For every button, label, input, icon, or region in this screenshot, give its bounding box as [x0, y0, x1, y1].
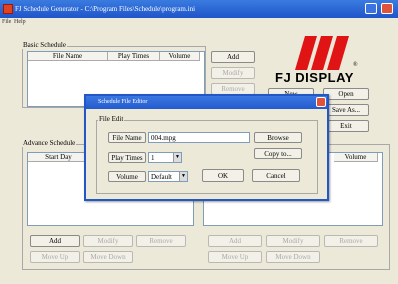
copy-to-button[interactable]: Copy to...: [254, 148, 302, 159]
col-play-times[interactable]: Play Times: [108, 52, 160, 61]
play-times-label: Play Times: [108, 152, 146, 163]
schedule-file-editor-dialog: Schedule File Editor File Edit File Name…: [84, 94, 329, 201]
logo-registered-mark: ®: [353, 62, 358, 68]
minimize-button[interactable]: [365, 3, 377, 14]
volume-label: Volume: [108, 171, 146, 182]
file-name-field[interactable]: 004.mpg: [148, 132, 250, 143]
app-icon: [3, 4, 13, 14]
advance-right-remove-button[interactable]: Remove: [324, 235, 378, 247]
advance-right-add-button[interactable]: Add: [208, 235, 262, 247]
file-edit-label: File Edit: [98, 115, 125, 123]
cancel-button[interactable]: Cancel: [252, 169, 300, 182]
title-bar: FJ Schedule Generator - C:\Program Files…: [0, 0, 398, 18]
advance-left-modify-button[interactable]: Modify: [83, 235, 133, 247]
basic-schedule-label: Basic Schedule: [22, 41, 67, 49]
dialog-title: Schedule File Editor: [98, 99, 148, 105]
exit-button[interactable]: Exit: [323, 120, 369, 132]
save-as-button[interactable]: Save As...: [323, 104, 369, 116]
window-title: FJ Schedule Generator - C:\Program Files…: [15, 5, 196, 13]
col-start-day[interactable]: Start Day: [28, 153, 90, 162]
dropdown-arrow-icon[interactable]: ▼: [173, 153, 181, 162]
advance-left-add-button[interactable]: Add: [30, 235, 80, 247]
advance-left-move-up-button[interactable]: Move Up: [30, 251, 80, 263]
fj-display-logo: ® FJ DISPLAY: [270, 36, 374, 86]
advance-left-remove-button[interactable]: Remove: [136, 235, 186, 247]
col-volume[interactable]: Volume: [160, 52, 200, 61]
logo-mark-icon: [295, 36, 349, 70]
advance-left-move-down-button[interactable]: Move Down: [83, 251, 133, 263]
advance-right-modify-button[interactable]: Modify: [266, 235, 320, 247]
basic-modify-button[interactable]: Modify: [211, 67, 255, 79]
col-file-name[interactable]: File Name: [28, 52, 108, 61]
advance-schedule-label: Advance Schedule: [22, 139, 77, 147]
volume-value: Default: [151, 172, 172, 181]
ok-button[interactable]: OK: [202, 169, 244, 182]
main-window: FJ Schedule Generator - C:\Program Files…: [0, 0, 398, 284]
play-times-value: 1: [151, 153, 155, 162]
volume-select[interactable]: Default ▼: [148, 171, 188, 182]
menu-file[interactable]: File: [2, 19, 11, 25]
menu-bar: File Help: [0, 18, 398, 27]
col-advance-volume[interactable]: Volume: [334, 153, 378, 162]
dropdown-arrow-icon[interactable]: ▼: [179, 172, 187, 181]
file-name-label: File Name: [108, 132, 146, 143]
close-window-button[interactable]: [381, 3, 393, 14]
dialog-title-bar: Schedule File Editor: [86, 96, 327, 109]
open-button[interactable]: Open: [323, 88, 369, 100]
advance-right-move-down-button[interactable]: Move Down: [266, 251, 320, 263]
play-times-select[interactable]: 1 ▼: [148, 152, 182, 163]
dialog-close-icon[interactable]: [316, 97, 326, 107]
menu-help[interactable]: Help: [14, 19, 26, 25]
basic-add-button[interactable]: Add: [211, 51, 255, 63]
browse-button[interactable]: Browse: [254, 132, 302, 143]
logo-brand-text: FJ DISPLAY: [275, 70, 354, 85]
advance-right-move-up-button[interactable]: Move Up: [208, 251, 262, 263]
